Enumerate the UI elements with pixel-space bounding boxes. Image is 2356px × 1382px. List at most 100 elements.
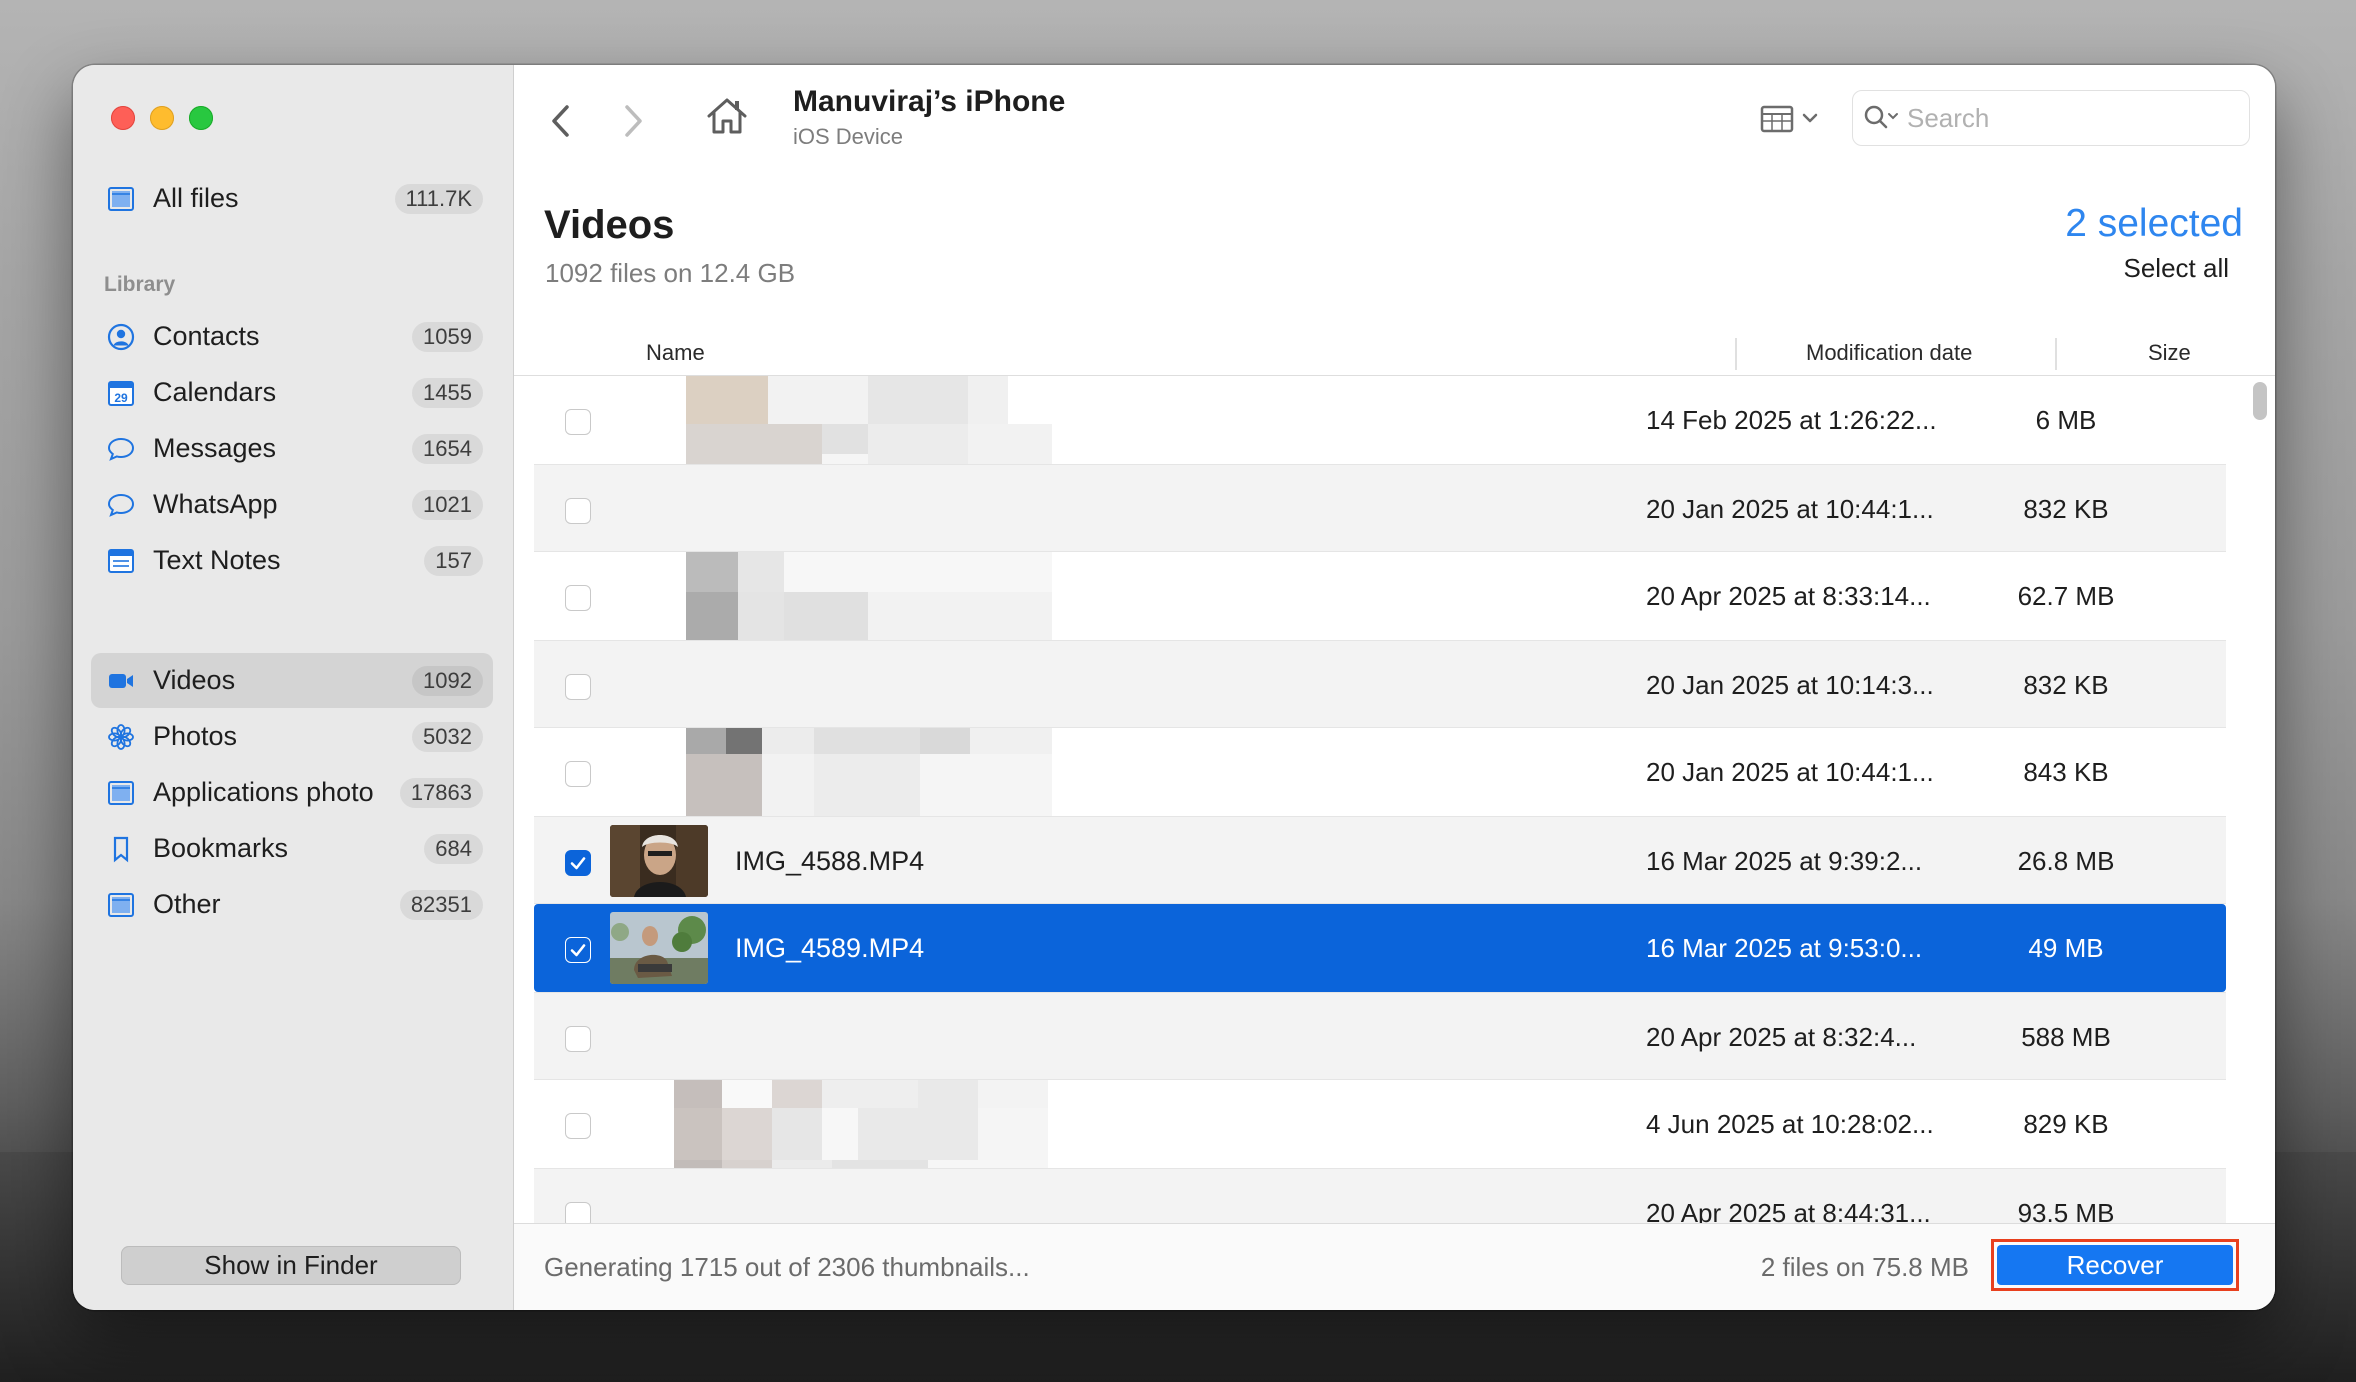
minimize-window-button[interactable] xyxy=(150,106,174,130)
file-size: 843 KB xyxy=(2023,757,2109,787)
table-row[interactable]: 20 Jan 2025 at 10:44:1... 832 KB xyxy=(534,464,2226,552)
page-title: Videos xyxy=(544,203,675,247)
home-icon xyxy=(707,98,747,134)
file-size: 26.8 MB xyxy=(2017,846,2115,876)
sidebar-item-bookmarks[interactable]: Bookmarks 684 xyxy=(91,821,493,876)
sidebar-item-label: All files xyxy=(153,183,239,213)
close-window-button[interactable] xyxy=(111,106,135,130)
sidebar-item-applications-photo[interactable]: Applications photo 17863 xyxy=(91,765,493,820)
bookmark-icon xyxy=(107,835,135,863)
table-row[interactable]: IMG_4588.MP4 16 Mar 2025 at 9:39:2... 26… xyxy=(534,816,2226,904)
file-list: 14 Feb 2025 at 1:26:22... 6 MB 20 Jan 20… xyxy=(514,376,2275,1290)
sidebar-item-whatsapp[interactable]: WhatsApp 1021 xyxy=(91,477,493,532)
checkmark-icon xyxy=(570,944,586,957)
sidebar-item-label: Photos xyxy=(153,721,238,751)
chevron-left-icon xyxy=(552,105,569,137)
table-header: Name Modification date Size xyxy=(514,330,2275,376)
message-bubble-icon xyxy=(107,491,135,519)
sidebar-item-other[interactable]: Other 82351 xyxy=(91,877,493,932)
message-bubble-icon xyxy=(107,435,135,463)
back-button[interactable] xyxy=(540,97,584,147)
file-size: 6 MB xyxy=(2035,405,2097,435)
sidebar-item-all-files[interactable]: All files 111.7K xyxy=(91,171,493,226)
file-name: IMG_4589.MP4 xyxy=(735,933,925,963)
video-thumbnail xyxy=(610,825,708,897)
row-checkbox-checked[interactable] xyxy=(565,937,591,963)
sidebar-item-messages[interactable]: Messages 1654 xyxy=(91,421,493,476)
device-subtitle: iOS Device xyxy=(793,124,904,149)
sidebar-item-videos[interactable]: Videos 1092 xyxy=(91,653,493,708)
main-panel: Manuviraj’s iPhone iOS Device Videos 109… xyxy=(514,65,2275,1310)
column-header-size[interactable]: Size xyxy=(2148,330,2191,375)
count-badge: 1021 xyxy=(412,490,483,520)
video-thumbnail xyxy=(610,912,708,984)
page-subtitle: 1092 files on 12.4 GB xyxy=(545,258,796,288)
view-mode-button[interactable] xyxy=(1759,99,1829,139)
sidebar-item-label: Applications photo xyxy=(153,777,374,807)
table-row[interactable]: 20 Apr 2025 at 8:32:4... 588 MB xyxy=(534,992,2226,1080)
table-row-selected[interactable]: IMG_4589.MP4 16 Mar 2025 at 9:53:0... 49… xyxy=(534,904,2226,992)
file-date: 20 Apr 2025 at 8:33:14... xyxy=(1646,581,1931,611)
photos-flower-icon xyxy=(107,723,135,751)
calendar-icon: 29 xyxy=(107,379,135,407)
row-checkbox-checked[interactable] xyxy=(565,850,591,876)
file-date: 14 Feb 2025 at 1:26:22... xyxy=(1646,405,1937,435)
file-size: 588 MB xyxy=(2021,1022,2111,1052)
search-icon xyxy=(1861,103,1903,133)
row-checkbox[interactable] xyxy=(565,674,591,700)
forward-button[interactable] xyxy=(610,97,654,147)
checkmark-icon xyxy=(570,857,586,870)
recover-button-outline: Recover xyxy=(1991,1239,2239,1291)
select-all-link[interactable]: Select all xyxy=(2124,253,2230,284)
file-size: 832 KB xyxy=(2023,494,2109,524)
scrollbar-thumb[interactable] xyxy=(2253,382,2267,420)
count-badge: 1455 xyxy=(412,378,483,408)
recover-button[interactable]: Recover xyxy=(1997,1245,2233,1285)
sidebar-item-label: WhatsApp xyxy=(153,489,278,519)
row-checkbox[interactable] xyxy=(565,498,591,524)
app-photo-icon xyxy=(107,779,135,807)
table-row[interactable]: 20 Jan 2025 at 10:14:3... 832 KB xyxy=(534,640,2226,728)
count-badge: 1059 xyxy=(412,322,483,352)
row-checkbox[interactable] xyxy=(565,585,591,611)
row-checkbox[interactable] xyxy=(565,1026,591,1052)
sidebar-item-label: Videos xyxy=(153,665,236,695)
column-divider xyxy=(1735,338,1737,370)
sidebar-item-photos[interactable]: Photos 5032 xyxy=(91,709,493,764)
folder-icon xyxy=(107,891,135,919)
file-size: 832 KB xyxy=(2023,670,2109,700)
window-controls xyxy=(111,106,213,130)
row-checkbox[interactable] xyxy=(565,761,591,787)
count-badge: 684 xyxy=(424,834,483,864)
row-checkbox[interactable] xyxy=(565,1113,591,1139)
column-header-date[interactable]: Modification date xyxy=(1806,330,1972,375)
table-row[interactable]: 20 Apr 2025 at 8:33:14... 62.7 MB xyxy=(534,552,2226,640)
file-date: 20 Jan 2025 at 10:44:1... xyxy=(1646,494,1934,524)
count-badge: 111.7K xyxy=(394,184,483,214)
row-checkbox[interactable] xyxy=(565,409,591,435)
sidebar-item-contacts[interactable]: Contacts 1059 xyxy=(91,309,493,364)
sidebar-item-calendars[interactable]: 29 Calendars 1455 xyxy=(91,365,493,420)
selection-count: 2 selected xyxy=(2065,202,2243,245)
sidebar-item-text-notes[interactable]: Text Notes 157 xyxy=(91,533,493,588)
zoom-window-button[interactable] xyxy=(189,106,213,130)
all-files-icon xyxy=(107,185,135,213)
search-field[interactable] xyxy=(1852,90,2250,146)
column-header-name[interactable]: Name xyxy=(646,330,705,375)
table-row[interactable]: 20 Jan 2025 at 10:44:1... 843 KB xyxy=(534,728,2226,816)
file-size: 62.7 MB xyxy=(2017,581,2115,611)
search-input[interactable] xyxy=(1905,91,2239,145)
count-badge: 157 xyxy=(424,546,483,576)
table-row[interactable]: 4 Jun 2025 at 10:28:02... 829 KB xyxy=(534,1080,2226,1168)
library-section-label: Library xyxy=(104,273,176,296)
notes-icon xyxy=(107,547,135,575)
file-size: 49 MB xyxy=(2028,933,2104,963)
sidebar-item-label: Messages xyxy=(153,433,277,463)
table-row[interactable]: 14 Feb 2025 at 1:26:22... 6 MB xyxy=(534,376,2226,464)
selection-summary: 2 files on 75.8 MB xyxy=(1760,1252,1969,1282)
show-in-finder-button[interactable]: Show in Finder xyxy=(121,1246,461,1285)
sidebar-item-label: Other xyxy=(153,889,221,919)
home-button[interactable] xyxy=(704,93,750,139)
chevron-right-icon xyxy=(625,105,642,137)
video-camera-icon xyxy=(107,667,135,695)
